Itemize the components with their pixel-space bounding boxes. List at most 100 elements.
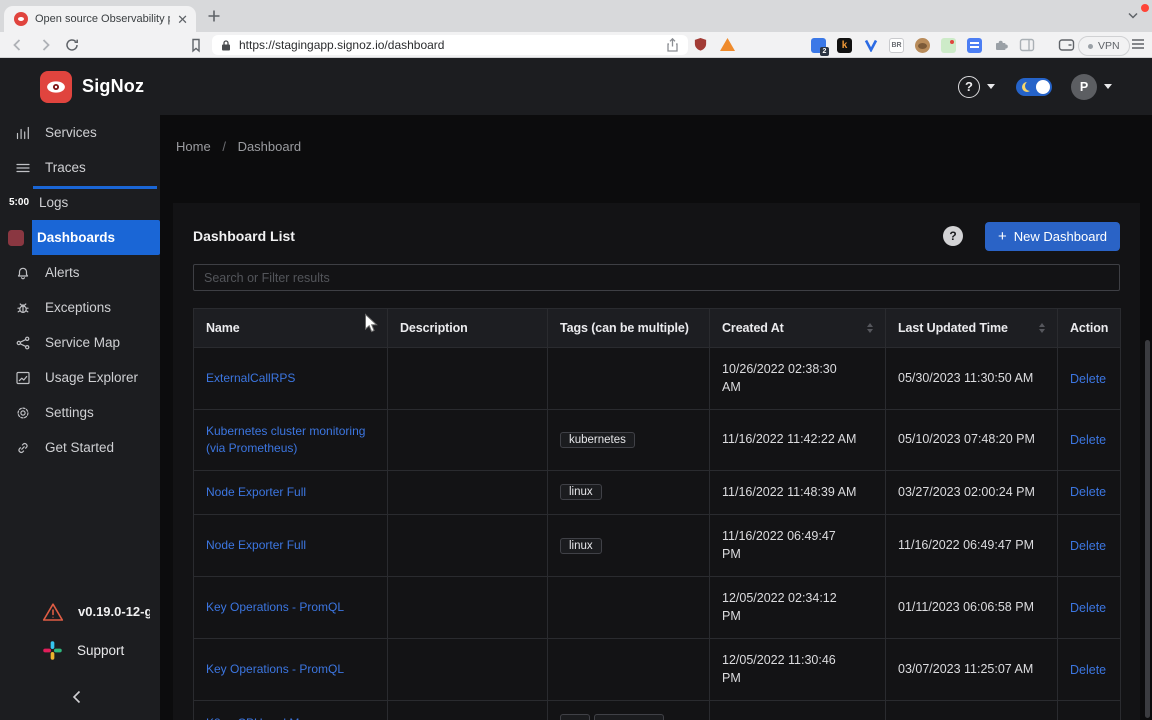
reload-button[interactable]: [64, 37, 80, 53]
monkey-extension-icon[interactable]: [914, 37, 931, 54]
vpn-status-dot: [1088, 43, 1093, 49]
sidebar-nav: Services Traces 5:00 Logs Dashboards Alerts Ex…: [0, 115, 160, 465]
dashboard-name-link[interactable]: Kubernetes cluster monitoring (via Prome…: [206, 424, 365, 455]
wallet-icon[interactable]: [1058, 37, 1075, 54]
name-cell: Node Exporter Full: [193, 514, 388, 578]
table-header-row: Name Description Tags (can be multiple) Cre…: [193, 308, 1121, 348]
kagi-extension-icon[interactable]: k: [836, 37, 853, 54]
browser-menu-icon[interactable]: [1131, 38, 1145, 50]
action-cell: Delete: [1057, 347, 1121, 410]
dashboard-name-link[interactable]: Node Exporter Full: [206, 538, 306, 552]
created-at-cell: 11/16/2022 06:49:47 PM: [709, 514, 886, 578]
column-header[interactable]: Last Updated Time: [885, 308, 1058, 348]
green-extension-icon[interactable]: [940, 37, 957, 54]
tag-chip: linux: [560, 537, 602, 554]
action-cell: Delete: [1057, 409, 1121, 471]
delete-link[interactable]: Delete: [1070, 539, 1106, 553]
delete-link[interactable]: Delete: [1070, 663, 1106, 677]
dashboard-help-icon[interactable]: ?: [943, 226, 964, 246]
dark-mode-toggle[interactable]: [1016, 77, 1052, 96]
vpn-button[interactable]: VPN: [1078, 36, 1130, 56]
last-updated-cell: 11/16/2022 06:49:47 PM: [885, 514, 1058, 578]
chart-line-icon: [15, 370, 33, 386]
tab-counter-extension-icon[interactable]: 2: [810, 37, 829, 56]
shield-extension-icon[interactable]: [693, 36, 708, 53]
breadcrumb-current: Dashboard: [237, 139, 302, 154]
bell-icon: [15, 265, 33, 281]
tags-cell: [547, 347, 710, 410]
sidebar-item-usage-explorer[interactable]: Usage Explorer: [0, 360, 160, 395]
dashboard-name-link[interactable]: ExternalCallRPS: [206, 371, 295, 385]
translate-extension-icon[interactable]: [966, 37, 983, 54]
sidebar-item-settings[interactable]: Settings: [0, 395, 160, 430]
address-bar[interactable]: https://stagingapp.signoz.io/dashboard: [212, 35, 688, 55]
description-cell: [387, 638, 548, 702]
delete-link[interactable]: Delete: [1070, 601, 1106, 615]
sidebar-item-service-map[interactable]: Service Map: [0, 325, 160, 360]
page-scrollbar[interactable]: [1145, 340, 1150, 718]
sidebar-item-dashboards[interactable]: Dashboards: [8, 220, 160, 255]
dashboard-name-link[interactable]: Node Exporter Full: [206, 485, 306, 499]
column-header[interactable]: Created At: [709, 308, 886, 348]
sort-icon[interactable]: [1039, 323, 1045, 333]
sidebar-item-traces[interactable]: Traces: [0, 150, 160, 185]
sidebar-item-alerts[interactable]: Alerts: [0, 255, 160, 290]
breadcrumb-home-link[interactable]: Home: [176, 139, 211, 154]
plus-icon: +: [998, 227, 1007, 245]
delete-link[interactable]: Delete: [1070, 433, 1106, 447]
help-menu-button[interactable]: ?: [958, 75, 980, 98]
signoz-logo-icon[interactable]: [40, 70, 72, 103]
back-button[interactable]: [10, 37, 26, 53]
search-input[interactable]: [193, 264, 1120, 291]
padlock-icon[interactable]: [220, 39, 232, 52]
link-icon: [15, 440, 33, 456]
new-tab-button[interactable]: [206, 8, 222, 24]
description-cell: [387, 409, 548, 471]
version-row[interactable]: v0.19.0-12-ge: [0, 592, 160, 631]
tag-chip: kubernetes: [560, 431, 635, 448]
delete-link[interactable]: Delete: [1070, 372, 1106, 386]
tag-chip: [560, 714, 590, 720]
sidebar-item-get-started[interactable]: Get Started: [0, 430, 160, 465]
sidebar-item-logs[interactable]: 5:00 Logs: [0, 185, 160, 220]
table-row: Key Operations - PromQL 12/05/2022 02:34:…: [193, 576, 1121, 640]
v-extension-icon[interactable]: [862, 37, 879, 54]
dashboard-name-link[interactable]: K8s - CPU and Memory: [206, 716, 333, 720]
description-cell: [387, 700, 548, 720]
delete-link[interactable]: Delete: [1070, 485, 1106, 499]
created-at-cell: [709, 700, 886, 720]
name-cell: ExternalCallRPS: [193, 347, 388, 410]
br-extension-icon[interactable]: BR: [888, 37, 905, 54]
sidebar-item-exceptions[interactable]: Exceptions: [0, 290, 160, 325]
browser-tab[interactable]: Open source Observability plat ✕: [4, 6, 196, 32]
side-panel-icon[interactable]: [1018, 37, 1035, 54]
sidebar-collapse-button[interactable]: [0, 680, 160, 714]
warning-triangle-icon: [42, 602, 64, 622]
name-cell: Key Operations - PromQL: [193, 638, 388, 702]
last-updated-cell: 01/11/2023 06:06:58 PM: [885, 576, 1058, 640]
user-avatar[interactable]: P: [1071, 73, 1097, 100]
support-row[interactable]: Support: [0, 631, 160, 670]
description-cell: [387, 514, 548, 578]
new-dashboard-button[interactable]: + New Dashboard: [985, 221, 1120, 251]
dashboard-name-link[interactable]: Key Operations - PromQL: [206, 662, 344, 676]
table-row: Node Exporter Full linux 11/16/2022 06:49:…: [193, 514, 1121, 578]
bookmark-icon[interactable]: [188, 37, 204, 53]
warning-triangle-extension-icon[interactable]: [719, 37, 736, 52]
column-header: Name: [193, 308, 388, 348]
sidebar-item-label: Services: [45, 125, 97, 140]
forward-button[interactable]: [37, 37, 53, 53]
puzzle-extensions-icon[interactable]: [992, 37, 1009, 54]
sidebar-item-services[interactable]: Services: [0, 115, 160, 150]
tab-close-icon[interactable]: ✕: [177, 13, 188, 26]
gear-icon: [15, 405, 33, 421]
share-icon[interactable]: [665, 37, 680, 53]
sidebar-bottom: v0.19.0-12-ge Support: [0, 592, 160, 720]
last-updated-cell: 05/30/2023 11:30:50 AM: [885, 347, 1058, 410]
description-cell: [387, 347, 548, 410]
dashboard-name-link[interactable]: Key Operations - PromQL: [206, 600, 344, 614]
tab-search-chevron-icon[interactable]: [1128, 12, 1138, 19]
help-chevron-down-icon: [987, 84, 995, 89]
sort-icon[interactable]: [867, 323, 873, 333]
recording-stop-button[interactable]: [8, 229, 24, 246]
